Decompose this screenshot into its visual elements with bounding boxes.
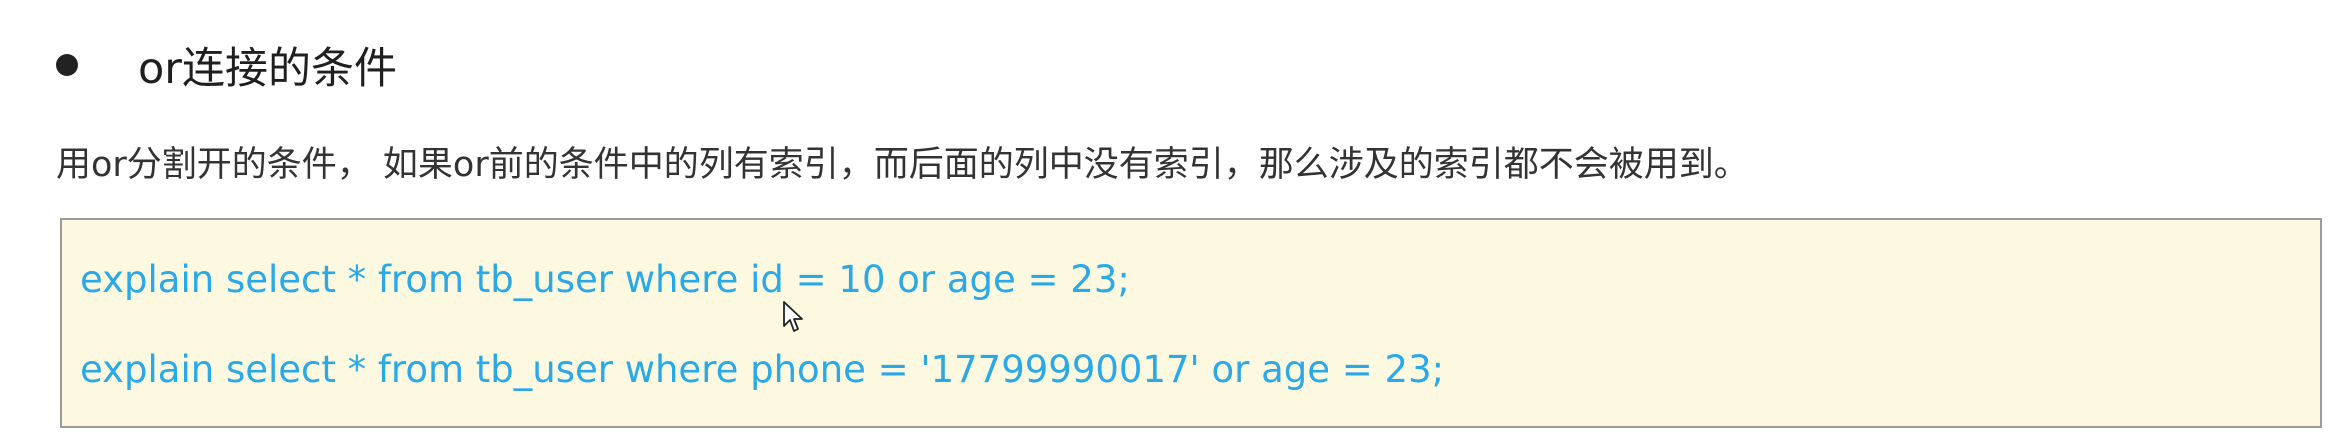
bullet-icon <box>56 54 78 76</box>
section-description: 用or分割开的条件， 如果or前的条件中的列有索引，而后面的列中没有索引，那么涉… <box>56 145 1749 185</box>
section-title: or连接的条件 <box>138 44 397 94</box>
mouse-pointer-icon <box>783 301 803 332</box>
code-block: explain select * from tb_user where id =… <box>60 218 2322 428</box>
code-line-1: explain select * from tb_user where id =… <box>80 258 1130 301</box>
code-line-2: explain select * from tb_user where phon… <box>80 348 1445 391</box>
section-heading: or连接的条件 <box>56 30 397 100</box>
